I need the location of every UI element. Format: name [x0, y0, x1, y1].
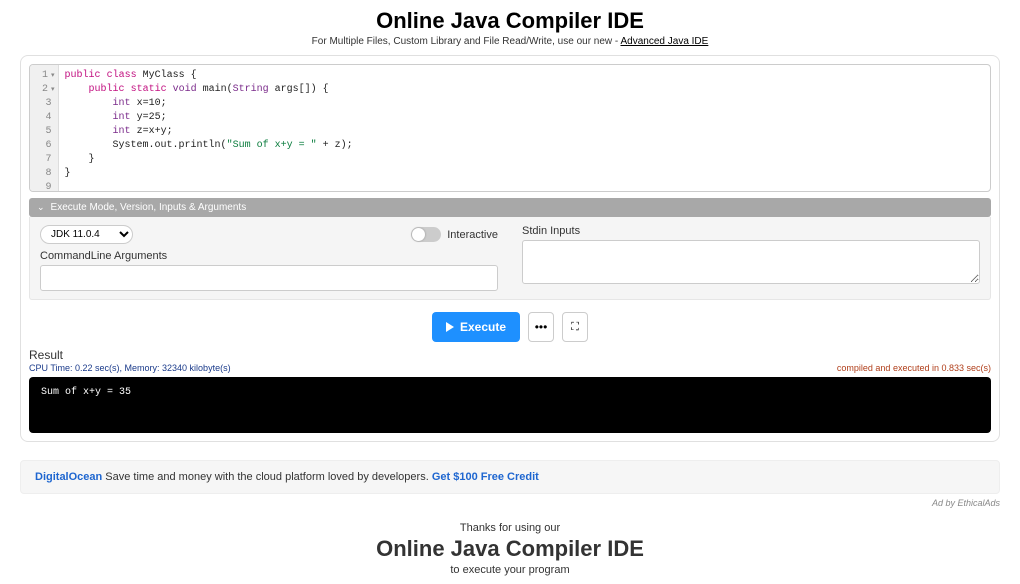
- ad-brand: DigitalOcean: [35, 471, 102, 483]
- action-row: Execute ••• ⛶: [29, 312, 991, 342]
- code-area[interactable]: public class MyClass { public static voi…: [59, 65, 990, 191]
- stdin-input[interactable]: [522, 240, 980, 284]
- stdin-label: Stdin Inputs: [522, 225, 980, 237]
- result-stats: CPU Time: 0.22 sec(s), Memory: 32340 kil…: [29, 363, 991, 373]
- footer-title: Online Java Compiler IDE: [20, 536, 1000, 562]
- fullscreen-icon: ⛶: [571, 321, 579, 334]
- chevron-down-icon: ⌄: [37, 202, 45, 213]
- interactive-toggle[interactable]: [411, 227, 441, 242]
- ad-cta[interactable]: Get $100 Free Credit: [432, 471, 539, 483]
- ad-banner[interactable]: DigitalOcean Save time and money with th…: [20, 460, 1000, 494]
- footer: Thanks for using our Online Java Compile…: [20, 522, 1000, 576]
- compile-time-stats: compiled and executed in 0.833 sec(s): [837, 363, 991, 373]
- main-panel: 123456789 public class MyClass { public …: [20, 55, 1000, 442]
- page-header: Online Java Compiler IDE For Multiple Fi…: [20, 8, 1000, 47]
- line-gutter: 123456789: [30, 65, 59, 191]
- interactive-label: Interactive: [447, 229, 498, 241]
- result-heading: Result: [29, 348, 991, 362]
- execute-button[interactable]: Execute: [432, 312, 520, 342]
- more-icon: •••: [535, 320, 548, 334]
- ad-attribution[interactable]: Ad by EthicalAds: [20, 498, 1000, 508]
- cmdline-label: CommandLine Arguments: [40, 250, 498, 262]
- page-title: Online Java Compiler IDE: [20, 8, 1000, 34]
- cmdline-input[interactable]: [40, 265, 498, 291]
- cpu-mem-stats: CPU Time: 0.22 sec(s), Memory: 32340 kil…: [29, 363, 231, 373]
- code-editor[interactable]: 123456789 public class MyClass { public …: [29, 64, 991, 192]
- more-button[interactable]: •••: [528, 312, 554, 342]
- options-toggle-bar[interactable]: ⌄ Execute Mode, Version, Inputs & Argume…: [29, 198, 991, 217]
- page-subtitle: For Multiple Files, Custom Library and F…: [20, 36, 1000, 47]
- options-panel: JDK 11.0.4 Interactive CommandLine Argum…: [29, 217, 991, 300]
- play-icon: [446, 322, 454, 332]
- advanced-ide-link[interactable]: Advanced Java IDE: [621, 36, 709, 47]
- fullscreen-button[interactable]: ⛶: [562, 312, 588, 342]
- jdk-version-select[interactable]: JDK 11.0.4: [40, 225, 133, 244]
- ad-text: Save time and money with the cloud platf…: [102, 471, 432, 483]
- output-console[interactable]: Sum of x+y = 35: [29, 377, 991, 433]
